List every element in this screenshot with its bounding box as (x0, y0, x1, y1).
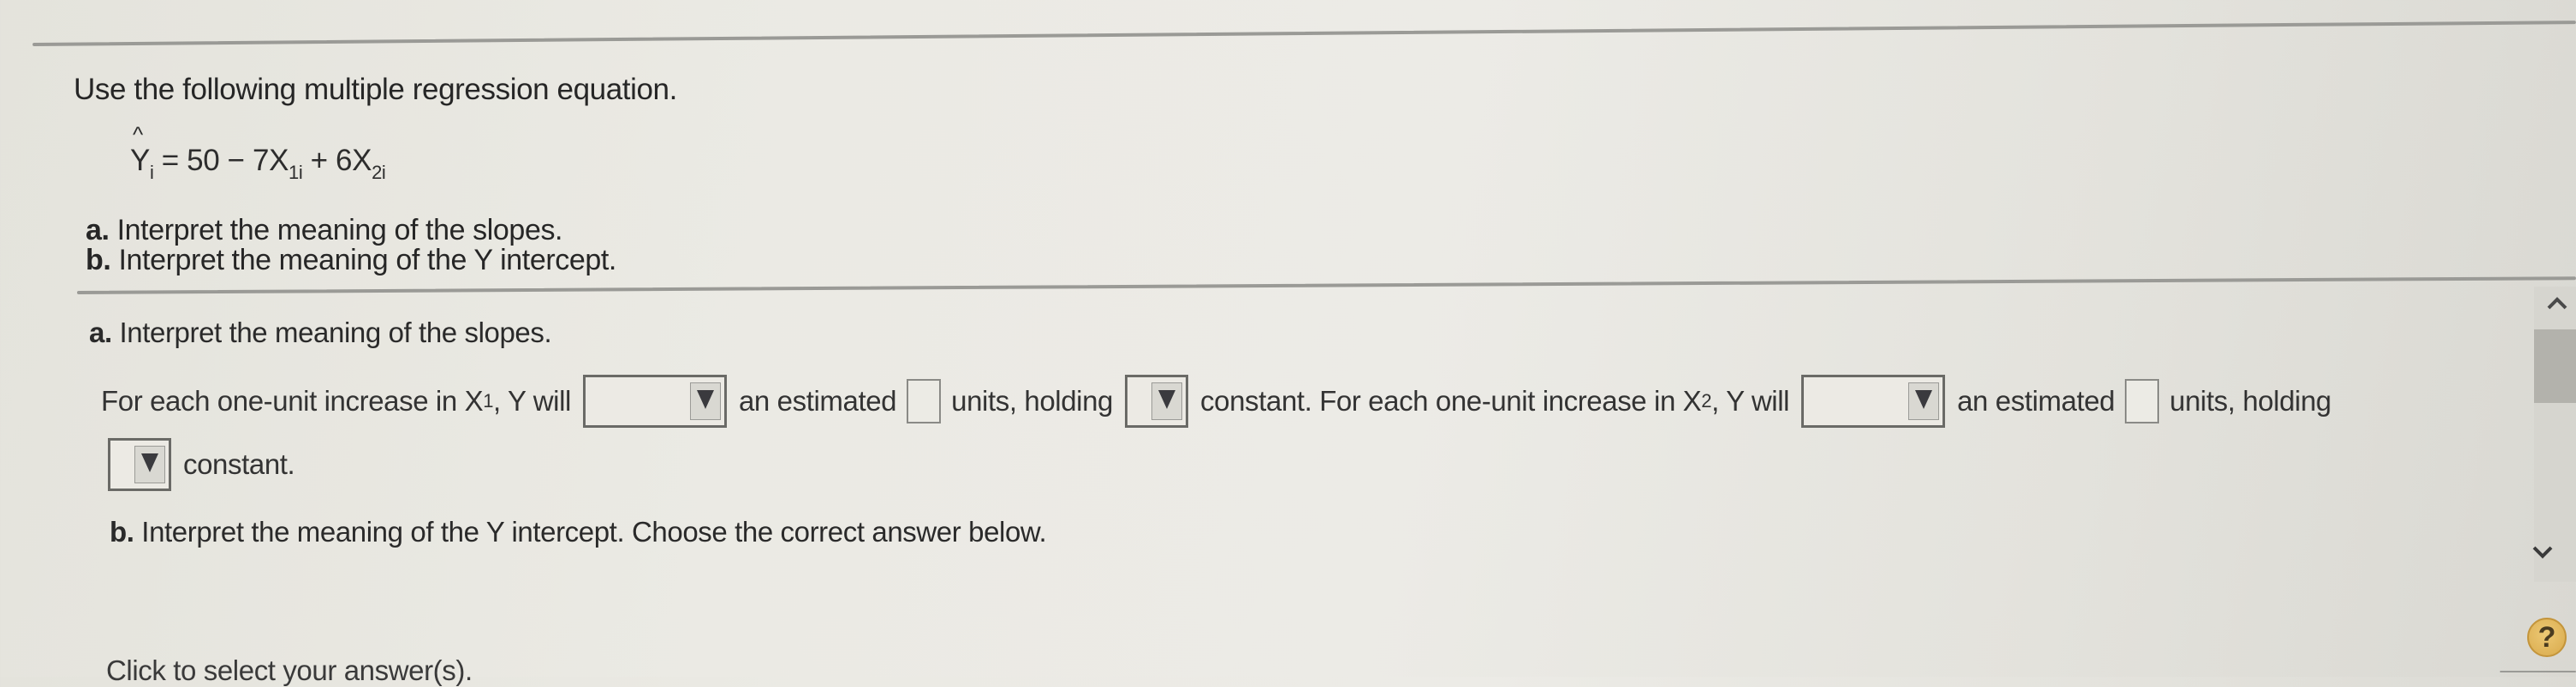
x1-direction-dropdown[interactable] (582, 375, 727, 428)
dropdown-arrow-button[interactable] (1151, 382, 1183, 420)
chevron-down-icon (2532, 546, 2553, 559)
x1-units-input[interactable] (907, 379, 942, 423)
x2-holding-variable-dropdown[interactable] (108, 438, 171, 491)
slope-sentence-line-2: constant. (108, 438, 295, 491)
part-b-heading: b. Interpret the meaning of the Y interc… (110, 516, 1047, 548)
dropdown-arrow-button[interactable] (689, 382, 721, 420)
question-instruction: Use the following multiple regression eq… (74, 73, 677, 106)
x2-units-input[interactable] (2125, 379, 2160, 423)
x1-holding-variable-dropdown[interactable] (1125, 375, 1189, 428)
divider-bottom (2500, 671, 2576, 672)
scrollbar-thumb[interactable] (2534, 329, 2576, 403)
slope-sentence-line-1: For each one-unit increase in X1, Y will… (101, 375, 2332, 428)
divider-middle (76, 276, 2576, 294)
chevron-up-icon (2547, 297, 2567, 310)
dropdown-arrow-button[interactable] (134, 446, 165, 483)
regression-equation: ^ Yi = 50 − 7X1i + 6X2i (130, 121, 386, 183)
triangle-down-icon (141, 453, 158, 472)
triangle-down-icon (1915, 390, 1933, 409)
help-button[interactable]: ? (2527, 618, 2567, 657)
x2-direction-dropdown[interactable] (1801, 375, 1946, 428)
scroll-up-button[interactable] (2544, 291, 2570, 317)
hat-icon: ^ (133, 121, 143, 147)
task-a: a. Interpret the meaning of the slopes. (86, 214, 563, 246)
divider-top (32, 21, 2576, 46)
click-to-select-hint: Click to select your answer(s). (106, 654, 473, 686)
triangle-down-icon (1158, 390, 1176, 409)
question-mark-icon: ? (2537, 620, 2556, 654)
triangle-down-icon (696, 390, 714, 409)
scroll-down-button[interactable] (2530, 539, 2555, 565)
task-b: b. Interpret the meaning of the Y interc… (86, 244, 616, 276)
dropdown-arrow-button[interactable] (1908, 382, 1940, 420)
part-a-heading: a. Interpret the meaning of the slopes. (89, 317, 552, 348)
y-hat: ^ Y (130, 121, 150, 177)
